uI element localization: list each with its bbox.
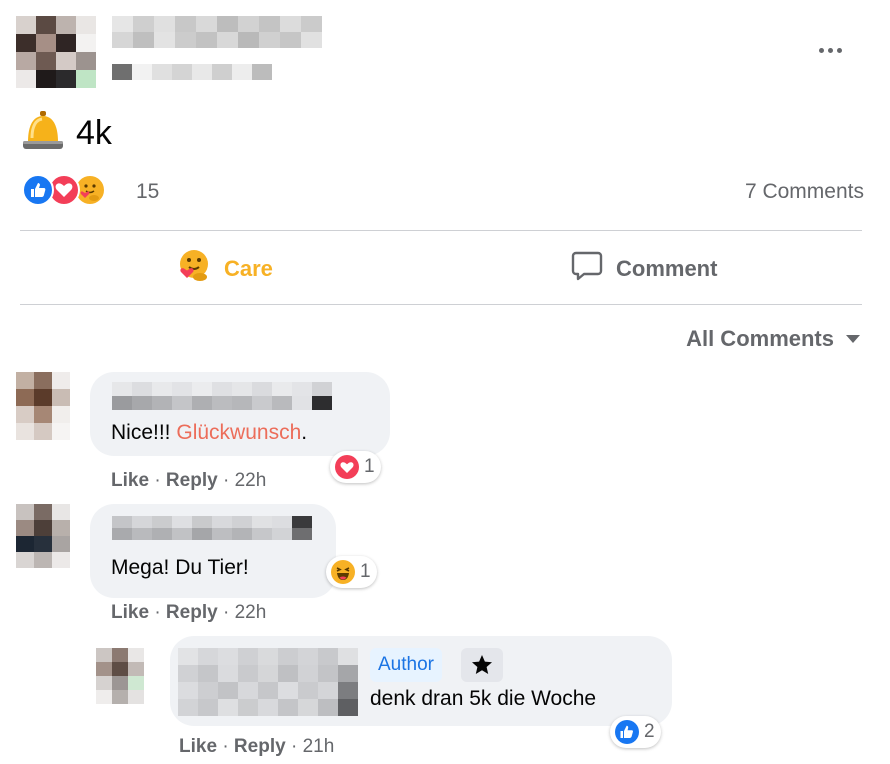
comment-time[interactable]: 22h — [235, 470, 267, 491]
care-icon — [176, 248, 212, 290]
post-stats: 15 7 Comments — [22, 174, 864, 210]
comment-time[interactable]: 21h — [303, 736, 335, 757]
comment-reaction-badge[interactable]: 1 — [330, 451, 381, 483]
comment-meta: Like · Reply · 22h — [111, 470, 267, 491]
comment-text: Mega! Du Tier! — [111, 556, 249, 579]
comments-count[interactable]: 7 Comments — [745, 180, 864, 204]
more-options-icon[interactable] — [812, 38, 848, 62]
bell-icon — [20, 108, 66, 159]
comment-text: Nice!!! Glückwunsch. — [111, 421, 308, 444]
like-link[interactable]: Like — [111, 602, 149, 623]
post-text-value: 4k — [76, 114, 112, 152]
comment-sort-dropdown[interactable]: All Comments — [686, 326, 860, 352]
comment-mention-link[interactable]: Glückwunsch — [176, 421, 301, 444]
commenter-avatar[interactable] — [96, 648, 144, 704]
post-timestamp[interactable] — [112, 64, 272, 80]
star-icon — [461, 648, 503, 682]
care-button-label: Care — [224, 256, 273, 281]
reaction-count: 1 — [364, 456, 375, 477]
post-text: 4k — [20, 108, 112, 159]
comment-text: denk dran 5k die Woche — [370, 687, 597, 710]
sort-label: All Comments — [686, 326, 834, 351]
comment-reaction-badge[interactable]: 2 — [610, 716, 661, 748]
like-reaction-icon — [22, 174, 54, 206]
comment-time[interactable]: 22h — [235, 602, 267, 623]
comment-icon — [570, 250, 604, 288]
like-link[interactable]: Like — [179, 736, 217, 757]
commenter-name[interactable] — [178, 648, 358, 716]
commenter-name[interactable] — [112, 382, 332, 410]
comment-button-label: Comment — [616, 256, 718, 281]
commenter-avatar[interactable] — [16, 372, 70, 440]
author-badge: Author — [370, 648, 442, 682]
commenter-avatar[interactable] — [16, 504, 70, 568]
caret-down-icon — [846, 335, 860, 343]
post-author-name[interactable] — [112, 16, 322, 48]
haha-reaction-icon — [331, 560, 355, 584]
divider — [20, 230, 862, 231]
care-button[interactable]: Care — [176, 250, 273, 288]
love-reaction-icon — [335, 455, 359, 479]
reply-link[interactable]: Reply — [234, 736, 286, 757]
like-reaction-icon — [615, 720, 639, 744]
post-author-avatar[interactable] — [16, 16, 96, 88]
comment-button[interactable]: Comment — [570, 250, 717, 288]
reaction-count[interactable]: 15 — [136, 180, 159, 204]
reaction-summary[interactable] — [22, 174, 106, 206]
reply-link[interactable]: Reply — [166, 470, 218, 491]
reaction-count: 1 — [360, 561, 371, 582]
reply-link[interactable]: Reply — [166, 602, 218, 623]
reaction-count: 2 — [644, 721, 655, 742]
comment-meta: Like · Reply · 22h — [111, 602, 267, 623]
commenter-name[interactable] — [112, 516, 312, 540]
comment-reaction-badge[interactable]: 1 — [326, 556, 377, 588]
comment-meta: Like · Reply · 21h — [179, 736, 335, 757]
divider — [20, 304, 862, 305]
like-link[interactable]: Like — [111, 470, 149, 491]
